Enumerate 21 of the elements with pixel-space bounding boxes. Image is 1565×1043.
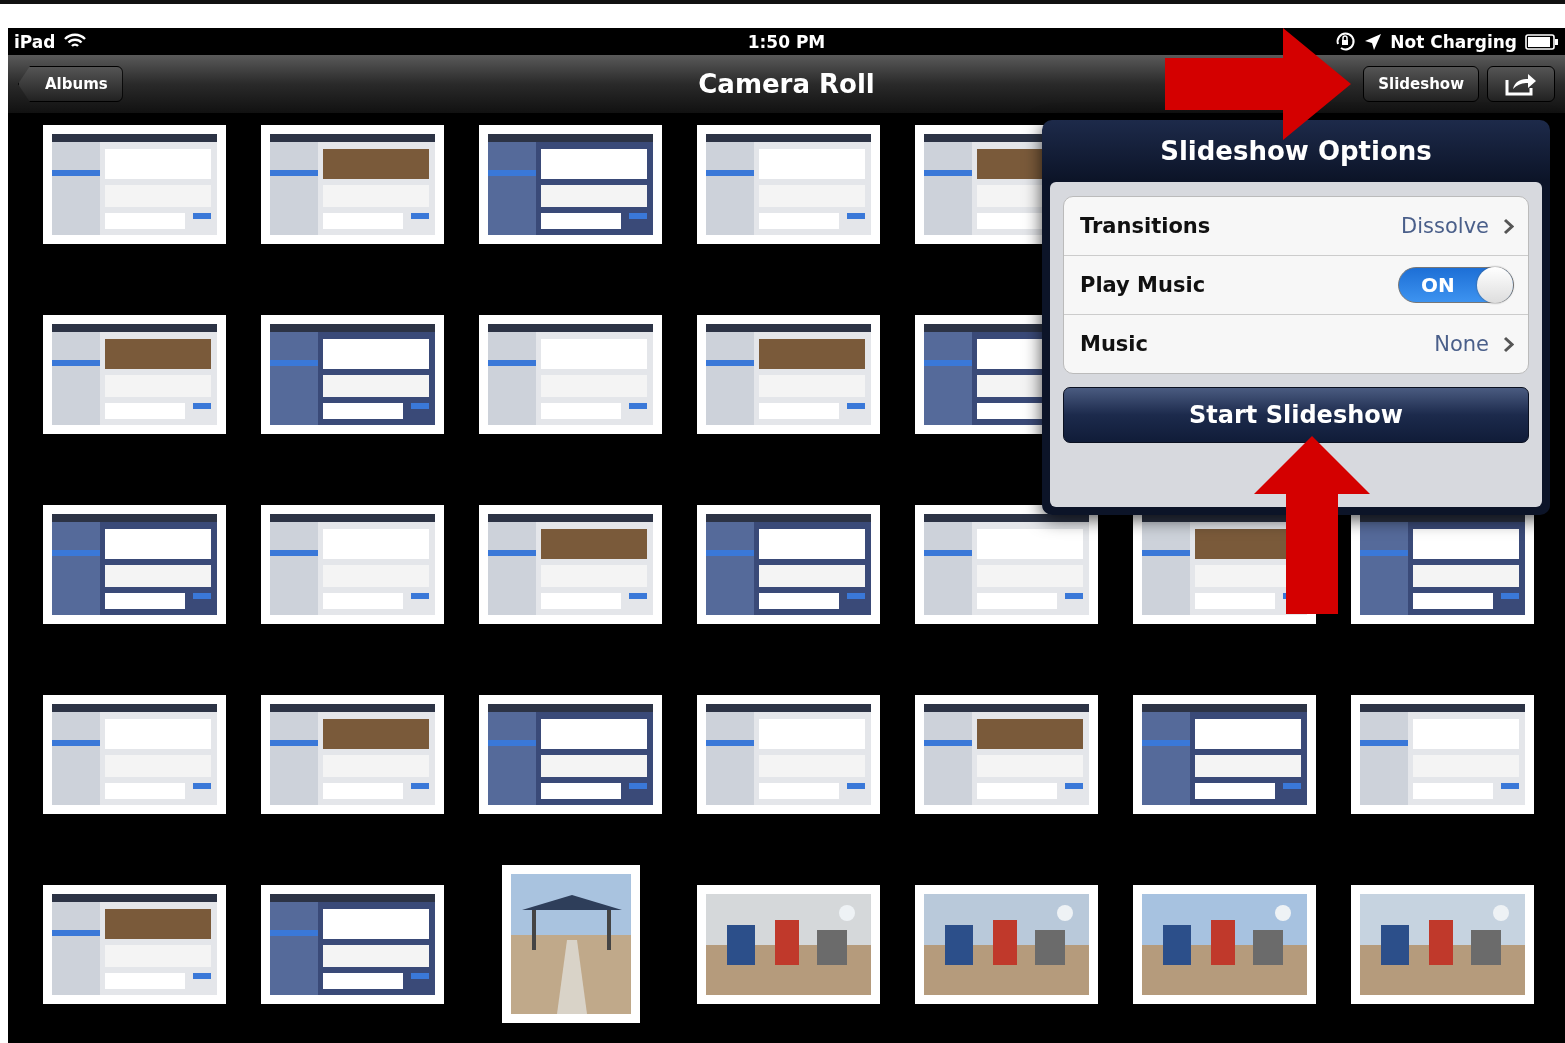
start-slideshow-button[interactable]: Start Slideshow [1063, 387, 1529, 443]
rotation-lock-icon [1334, 31, 1357, 52]
chevron-icon [1503, 335, 1514, 353]
option-label: Music [1080, 332, 1148, 356]
slideshow-button[interactable]: Slideshow [1363, 66, 1479, 102]
chevron-icon [1503, 217, 1514, 235]
option-value[interactable]: Dissolve [1401, 214, 1514, 238]
battery-icon [1525, 33, 1559, 50]
back-button[interactable]: Albums [18, 66, 123, 102]
popover-title: Slideshow Options [1160, 136, 1432, 166]
share-icon [1504, 72, 1538, 96]
status-time: 1:50 PM [747, 31, 826, 52]
location-icon [1364, 32, 1383, 51]
option-value[interactable]: None [1434, 332, 1514, 356]
share-button[interactable] [1487, 66, 1555, 102]
screen-title: Camera Roll [698, 69, 875, 99]
charging-status: Not Charging [1390, 31, 1517, 52]
toggle-switch[interactable]: ON [1398, 267, 1514, 303]
option-label: Transitions [1080, 214, 1211, 238]
device-name: iPad [14, 31, 56, 52]
option-label: Play Music [1080, 273, 1206, 297]
